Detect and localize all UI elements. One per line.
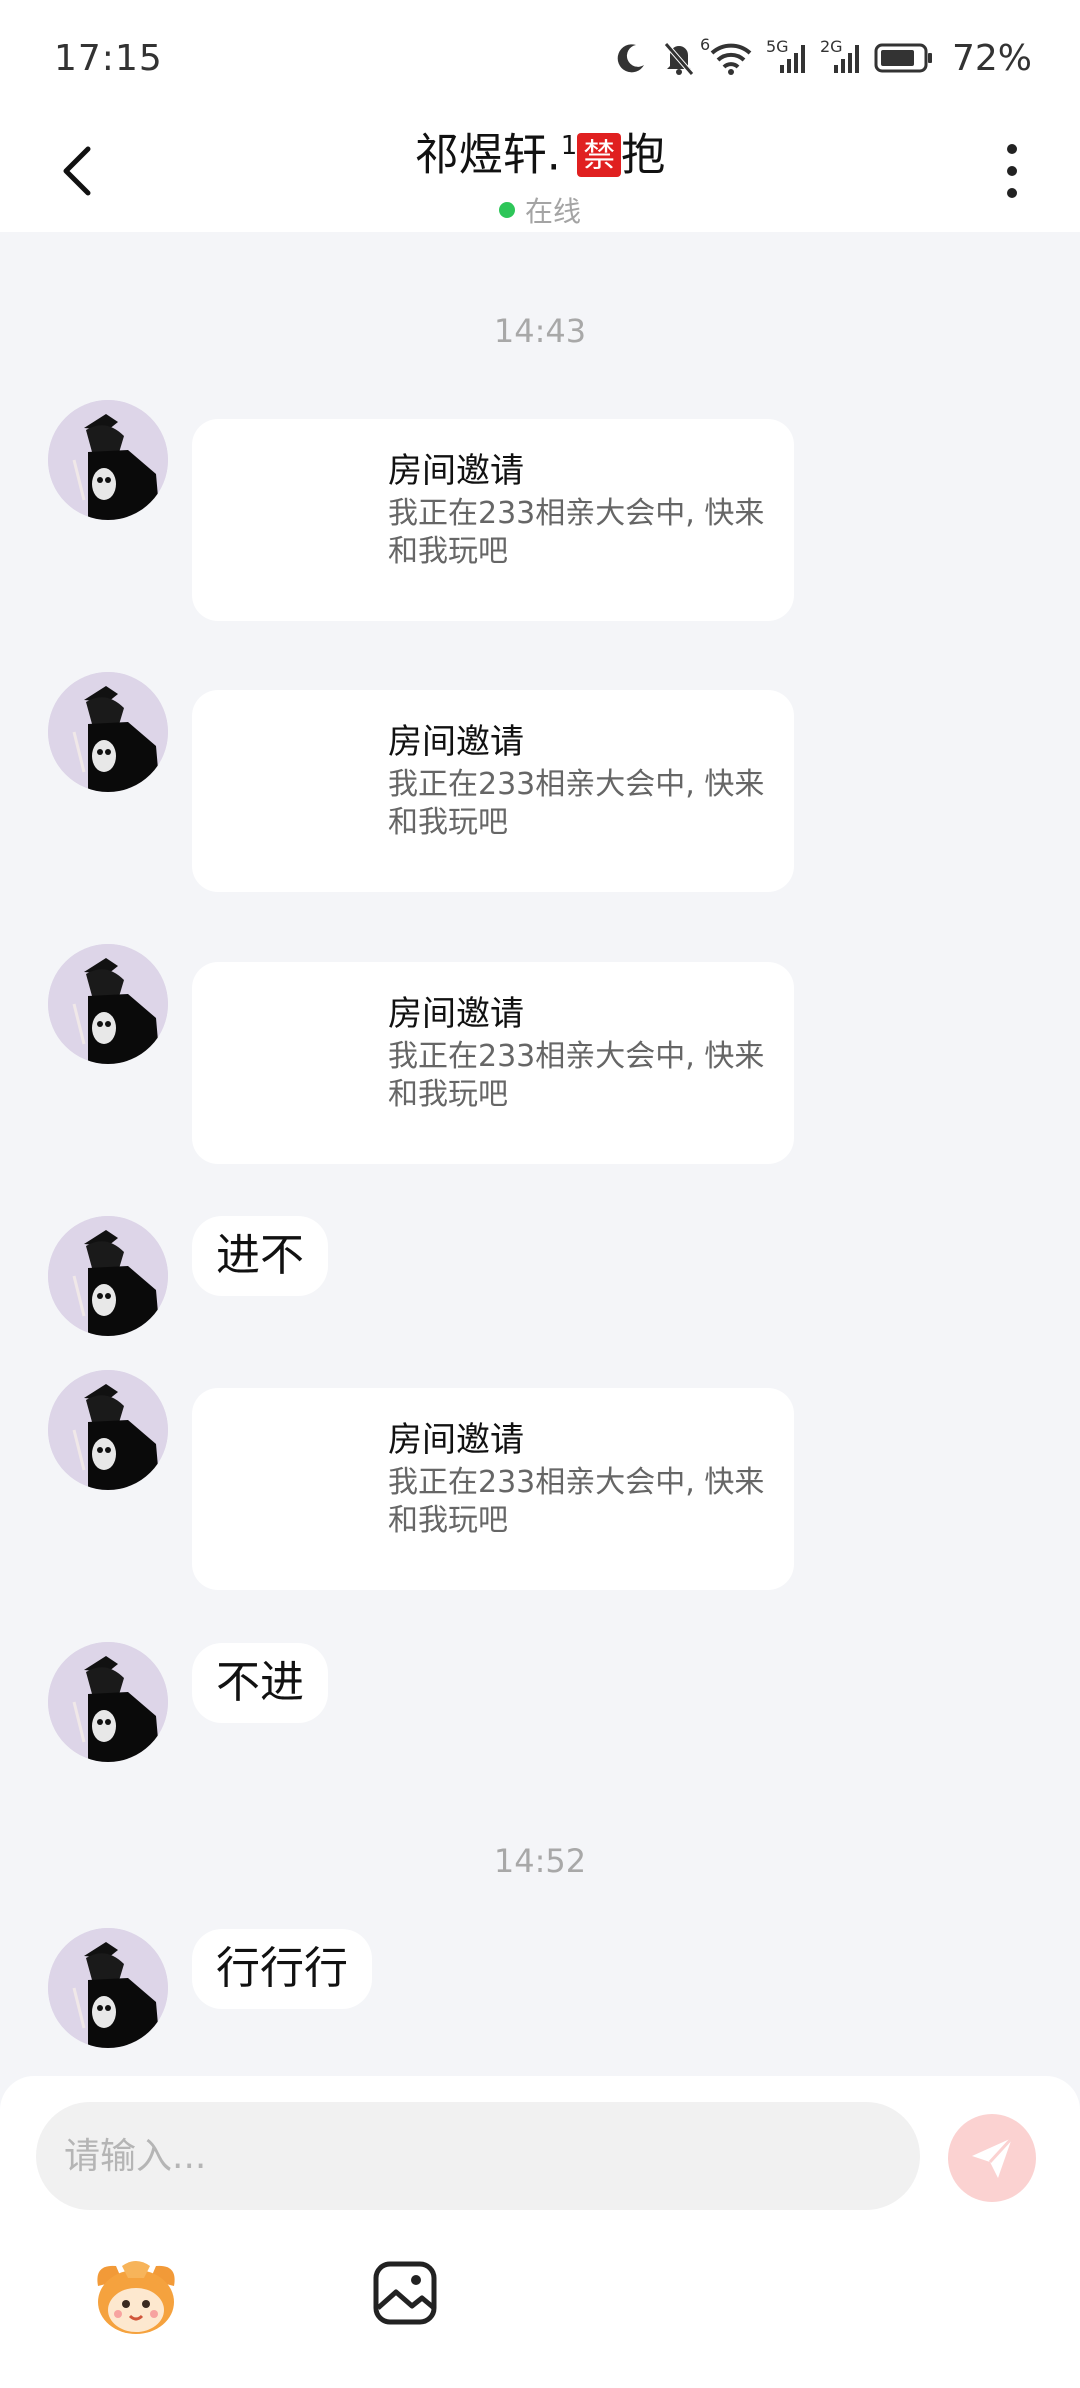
mascot-emoji-icon — [97, 2261, 175, 2334]
wifi-icon: 6 — [700, 35, 752, 75]
battery-percent: 72% — [951, 37, 1032, 79]
send-button[interactable] — [948, 2114, 1036, 2202]
avatar[interactable] — [48, 1370, 168, 1490]
room-invite-card[interactable]: 房间邀请 我正在233相亲大会中, 快来和我玩吧 — [192, 962, 794, 1164]
avatar[interactable] — [48, 1216, 168, 1336]
battery-icon — [874, 42, 934, 74]
send-plane-icon — [972, 2136, 1014, 2178]
avatar[interactable] — [48, 1642, 168, 1762]
emoji-button[interactable] — [92, 2256, 180, 2338]
more-button[interactable] — [994, 134, 1030, 208]
timestamp: 14:43 — [493, 312, 587, 350]
avatar-image — [48, 1370, 168, 1490]
avatar[interactable] — [48, 1928, 168, 2048]
signal-2g-icon: 2G — [820, 37, 860, 75]
more-dot — [1007, 166, 1017, 176]
bell-muted-icon — [662, 40, 696, 76]
signal-2g-label: 2G — [819, 37, 843, 56]
card-description: 我正在233相亲大会中, 快来和我玩吧 — [388, 767, 765, 840]
wifi-generation-label: 6 — [699, 35, 711, 54]
card-description: 我正在233相亲大会中, 快来和我玩吧 — [388, 1465, 765, 1538]
input-panel — [0, 2076, 1080, 2388]
ban-badge: 禁 — [577, 132, 622, 177]
avatar[interactable] — [48, 672, 168, 792]
card-description: 我正在233相亲大会中, 快来和我玩吧 — [388, 1039, 765, 1112]
avatar-image — [48, 1216, 168, 1336]
page-title: 祁煜轩.1 禁抱 — [240, 116, 840, 186]
title-name: 祁煜轩. — [414, 129, 561, 181]
status-icons: 6 5G 2G 72% — [614, 35, 1032, 80]
online-dot-icon — [498, 201, 515, 218]
card-description: 我正在233相亲大会中, 快来和我玩吧 — [388, 496, 765, 569]
moon-icon — [614, 41, 648, 75]
text-message-bubble[interactable]: 不进 — [192, 1643, 328, 1723]
title-area: 祁煜轩.1 禁抱 在线 — [240, 110, 840, 230]
text-message-bubble[interactable]: 进不 — [192, 1216, 328, 1296]
card-title: 房间邀请 — [388, 994, 524, 1034]
more-vertical-icon — [1007, 144, 1017, 154]
online-status-text: 在线 — [524, 194, 581, 228]
image-gallery-icon — [373, 2261, 437, 2325]
avatar-image — [48, 400, 168, 520]
signal-5g-label: 5G — [765, 37, 789, 56]
room-invite-card[interactable]: 房间邀请 我正在233相亲大会中, 快来和我玩吧 — [192, 419, 794, 621]
avatar-image — [48, 1642, 168, 1762]
message-input[interactable] — [36, 2102, 920, 2210]
avatar[interactable] — [48, 944, 168, 1064]
card-title: 房间邀请 — [388, 451, 524, 491]
signal-5g-icon: 5G — [766, 37, 806, 75]
timestamp: 14:52 — [493, 1842, 587, 1880]
status-bar: 17:15 6 5G 2G 72% — [0, 0, 1080, 110]
avatar-image — [48, 1928, 168, 2048]
avatar-image — [48, 672, 168, 792]
avatar-image — [48, 944, 168, 1064]
title-suffix: 抱 — [621, 129, 666, 181]
room-invite-card[interactable]: 房间邀请 我正在233相亲大会中, 快来和我玩吧 — [192, 690, 794, 892]
back-arrow-icon — [63, 146, 91, 196]
more-dot — [1007, 188, 1017, 198]
status-time: 17:15 — [54, 38, 163, 79]
room-invite-card[interactable]: 房间邀请 我正在233相亲大会中, 快来和我玩吧 — [192, 1388, 794, 1590]
online-status: 在线 — [240, 190, 840, 230]
avatar[interactable] — [48, 400, 168, 520]
card-title: 房间邀请 — [388, 722, 524, 762]
card-title: 房间邀请 — [388, 1420, 524, 1460]
back-button[interactable] — [58, 128, 128, 214]
title-superscript: 1 — [560, 131, 578, 161]
image-button[interactable] — [372, 2260, 438, 2326]
top-bar: 17:15 6 5G 2G 72% 祁煜轩.1 禁 抱 在线 — [0, 0, 1080, 232]
text-message-bubble[interactable]: 行行行 — [192, 1929, 372, 2009]
chat-header: 祁煜轩.1 禁抱 在线 — [0, 110, 1080, 232]
